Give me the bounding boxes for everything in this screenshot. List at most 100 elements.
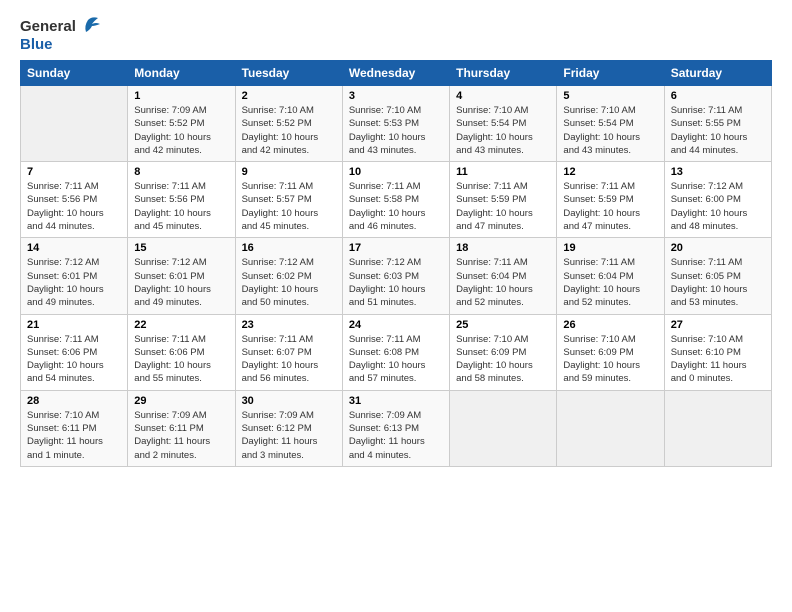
calendar-cell: 3 Sunrise: 7:10 AMSunset: 5:53 PMDaylight… xyxy=(342,86,449,162)
day-info: Sunrise: 7:11 AMSunset: 5:55 PMDaylight:… xyxy=(671,104,765,157)
calendar-cell: 5 Sunrise: 7:10 AMSunset: 5:54 PMDaylight… xyxy=(557,86,664,162)
day-number: 5 xyxy=(563,90,657,102)
column-header-friday: Friday xyxy=(557,61,664,86)
calendar-cell: 1 Sunrise: 7:09 AMSunset: 5:52 PMDaylight… xyxy=(128,86,235,162)
calendar-cell: 4 Sunrise: 7:10 AMSunset: 5:54 PMDaylight… xyxy=(450,86,557,162)
day-number: 22 xyxy=(134,319,228,331)
logo-general: General xyxy=(20,18,76,36)
column-header-thursday: Thursday xyxy=(450,61,557,86)
day-info: Sunrise: 7:11 AMSunset: 6:08 PMDaylight:… xyxy=(349,333,443,386)
day-number: 29 xyxy=(134,395,228,407)
day-number: 28 xyxy=(27,395,121,407)
calendar-week-3: 14 Sunrise: 7:12 AMSunset: 6:01 PMDayligh… xyxy=(21,238,772,314)
logo-bird-icon xyxy=(78,16,100,34)
day-info: Sunrise: 7:12 AMSunset: 6:03 PMDaylight:… xyxy=(349,256,443,309)
calendar-cell: 22 Sunrise: 7:11 AMSunset: 6:06 PMDayligh… xyxy=(128,314,235,390)
day-number: 17 xyxy=(349,242,443,254)
day-number: 12 xyxy=(563,166,657,178)
day-info: Sunrise: 7:12 AMSunset: 6:01 PMDaylight:… xyxy=(134,256,228,309)
day-info: Sunrise: 7:10 AMSunset: 6:09 PMDaylight:… xyxy=(456,333,550,386)
day-number: 2 xyxy=(242,90,336,102)
day-number: 18 xyxy=(456,242,550,254)
calendar-cell xyxy=(664,390,771,466)
day-info: Sunrise: 7:11 AMSunset: 5:56 PMDaylight:… xyxy=(27,180,121,233)
column-header-sunday: Sunday xyxy=(21,61,128,86)
day-number: 14 xyxy=(27,242,121,254)
day-number: 25 xyxy=(456,319,550,331)
calendar-cell: 20Sunrise: 7:11 AMSunset: 6:05 PMDayligh… xyxy=(664,238,771,314)
day-info: Sunrise: 7:09 AMSunset: 6:12 PMDaylight:… xyxy=(242,409,336,462)
day-info: Sunrise: 7:11 AMSunset: 5:57 PMDaylight:… xyxy=(242,180,336,233)
day-info: Sunrise: 7:10 AMSunset: 5:53 PMDaylight:… xyxy=(349,104,443,157)
day-info: Sunrise: 7:11 AMSunset: 5:59 PMDaylight:… xyxy=(563,180,657,233)
day-number: 19 xyxy=(563,242,657,254)
day-number: 31 xyxy=(349,395,443,407)
calendar-cell: 27Sunrise: 7:10 AMSunset: 6:10 PMDayligh… xyxy=(664,314,771,390)
calendar-week-4: 21 Sunrise: 7:11 AMSunset: 6:06 PMDayligh… xyxy=(21,314,772,390)
day-number: 27 xyxy=(671,319,765,331)
day-number: 30 xyxy=(242,395,336,407)
calendar-cell: 24 Sunrise: 7:11 AMSunset: 6:08 PMDayligh… xyxy=(342,314,449,390)
day-number: 23 xyxy=(242,319,336,331)
day-info: Sunrise: 7:09 AMSunset: 6:13 PMDaylight:… xyxy=(349,409,443,462)
calendar-cell: 31 Sunrise: 7:09 AMSunset: 6:13 PMDayligh… xyxy=(342,390,449,466)
column-header-tuesday: Tuesday xyxy=(235,61,342,86)
calendar-cell: 6Sunrise: 7:11 AMSunset: 5:55 PMDaylight… xyxy=(664,86,771,162)
day-info: Sunrise: 7:09 AMSunset: 6:11 PMDaylight:… xyxy=(134,409,228,462)
day-number: 3 xyxy=(349,90,443,102)
calendar-cell: 29 Sunrise: 7:09 AMSunset: 6:11 PMDayligh… xyxy=(128,390,235,466)
day-number: 16 xyxy=(242,242,336,254)
calendar-cell: 23 Sunrise: 7:11 AMSunset: 6:07 PMDayligh… xyxy=(235,314,342,390)
calendar-cell xyxy=(557,390,664,466)
day-number: 1 xyxy=(134,90,228,102)
calendar-cell: 18 Sunrise: 7:11 AMSunset: 6:04 PMDayligh… xyxy=(450,238,557,314)
day-number: 15 xyxy=(134,242,228,254)
calendar-cell: 21 Sunrise: 7:11 AMSunset: 6:06 PMDayligh… xyxy=(21,314,128,390)
column-header-monday: Monday xyxy=(128,61,235,86)
logo: General Blue xyxy=(20,18,100,54)
calendar-cell xyxy=(21,86,128,162)
calendar-cell: 25 Sunrise: 7:10 AMSunset: 6:09 PMDayligh… xyxy=(450,314,557,390)
day-info: Sunrise: 7:11 AMSunset: 6:04 PMDaylight:… xyxy=(456,256,550,309)
day-info: Sunrise: 7:11 AMSunset: 6:06 PMDaylight:… xyxy=(134,333,228,386)
calendar-cell: 12 Sunrise: 7:11 AMSunset: 5:59 PMDayligh… xyxy=(557,162,664,238)
calendar-cell: 10 Sunrise: 7:11 AMSunset: 5:58 PMDayligh… xyxy=(342,162,449,238)
day-info: Sunrise: 7:11 AMSunset: 5:58 PMDaylight:… xyxy=(349,180,443,233)
column-header-saturday: Saturday xyxy=(664,61,771,86)
day-info: Sunrise: 7:11 AMSunset: 6:06 PMDaylight:… xyxy=(27,333,121,386)
calendar-cell: 19Sunrise: 7:11 AMSunset: 6:04 PMDayligh… xyxy=(557,238,664,314)
day-info: Sunrise: 7:10 AMSunset: 5:54 PMDaylight:… xyxy=(456,104,550,157)
calendar-cell: 26 Sunrise: 7:10 AMSunset: 6:09 PMDayligh… xyxy=(557,314,664,390)
calendar-cell: 7 Sunrise: 7:11 AMSunset: 5:56 PMDaylight… xyxy=(21,162,128,238)
day-info: Sunrise: 7:09 AMSunset: 5:52 PMDaylight:… xyxy=(134,104,228,157)
calendar-cell: 14 Sunrise: 7:12 AMSunset: 6:01 PMDayligh… xyxy=(21,238,128,314)
main-container: General Blue SundayMondayTuesdayWednesda… xyxy=(0,0,792,477)
day-info: Sunrise: 7:10 AMSunset: 6:09 PMDaylight:… xyxy=(563,333,657,386)
day-number: 20 xyxy=(671,242,765,254)
day-number: 10 xyxy=(349,166,443,178)
day-info: Sunrise: 7:10 AMSunset: 5:52 PMDaylight:… xyxy=(242,104,336,157)
calendar-cell: 11Sunrise: 7:11 AMSunset: 5:59 PMDayligh… xyxy=(450,162,557,238)
day-number: 26 xyxy=(563,319,657,331)
day-info: Sunrise: 7:11 AMSunset: 5:59 PMDaylight:… xyxy=(456,180,550,233)
day-info: Sunrise: 7:11 AMSunset: 6:07 PMDaylight:… xyxy=(242,333,336,386)
calendar-cell: 8Sunrise: 7:11 AMSunset: 5:56 PMDaylight… xyxy=(128,162,235,238)
calendar-cell: 16 Sunrise: 7:12 AMSunset: 6:02 PMDayligh… xyxy=(235,238,342,314)
day-info: Sunrise: 7:12 AMSunset: 6:01 PMDaylight:… xyxy=(27,256,121,309)
calendar-cell: 13Sunrise: 7:12 AMSunset: 6:00 PMDayligh… xyxy=(664,162,771,238)
calendar-cell xyxy=(450,390,557,466)
day-info: Sunrise: 7:10 AMSunset: 5:54 PMDaylight:… xyxy=(563,104,657,157)
day-info: Sunrise: 7:10 AMSunset: 6:11 PMDaylight:… xyxy=(27,409,121,462)
calendar-cell: 28 Sunrise: 7:10 AMSunset: 6:11 PMDayligh… xyxy=(21,390,128,466)
logo-blue: Blue xyxy=(20,36,53,54)
day-number: 13 xyxy=(671,166,765,178)
day-info: Sunrise: 7:11 AMSunset: 5:56 PMDaylight:… xyxy=(134,180,228,233)
day-number: 4 xyxy=(456,90,550,102)
day-number: 24 xyxy=(349,319,443,331)
calendar-cell: 30 Sunrise: 7:09 AMSunset: 6:12 PMDayligh… xyxy=(235,390,342,466)
calendar-header-row: SundayMondayTuesdayWednesdayThursdayFrid… xyxy=(21,61,772,86)
day-number: 21 xyxy=(27,319,121,331)
day-info: Sunrise: 7:12 AMSunset: 6:02 PMDaylight:… xyxy=(242,256,336,309)
day-number: 7 xyxy=(27,166,121,178)
logo-container: General Blue xyxy=(20,18,100,54)
